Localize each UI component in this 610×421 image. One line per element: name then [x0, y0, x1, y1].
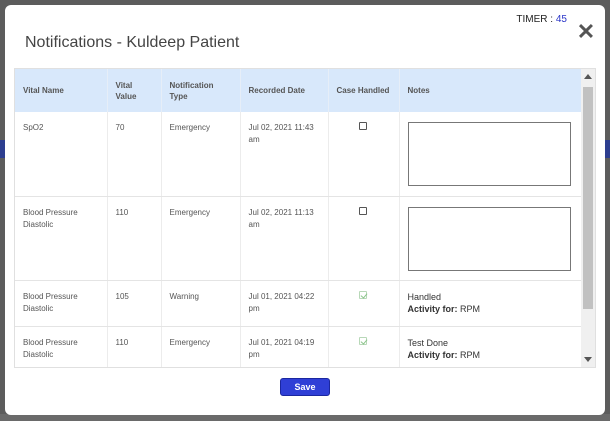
- header-notes: Notes: [399, 69, 582, 112]
- activity-label: Activity for:: [407, 349, 458, 360]
- header-notification-type: Notification Type: [161, 69, 241, 112]
- notes-input[interactable]: [407, 122, 571, 186]
- cell-notification-type: Emergency: [161, 112, 241, 197]
- header-vital-value: Vital Value: [107, 69, 162, 112]
- note-activity: Activity for: RPM: [408, 303, 573, 315]
- cell-recorded-date: Jul 01, 2021 04:22 pm: [240, 280, 329, 327]
- activity-value: RPM: [460, 349, 481, 360]
- table-row: Blood Pressure Diastolic 110 Emergency J…: [15, 196, 582, 281]
- cell-vital-name: Blood Pressure Diastolic: [15, 326, 108, 367]
- scrollbar-thumb[interactable]: [583, 87, 593, 309]
- cell-notification-type: Warning: [161, 280, 241, 327]
- cell-vital-value: 105: [107, 280, 162, 327]
- cell-notes: [399, 112, 582, 197]
- header-case-handled: Case Handled: [328, 69, 400, 112]
- notifications-table: Vital Name Vital Value Notification Type…: [15, 69, 582, 367]
- cell-case-handled: [328, 196, 400, 281]
- cell-recorded-date: Jul 02, 2021 11:43 am: [240, 112, 329, 197]
- note-text: Test Done: [407, 337, 449, 348]
- activity-value: RPM: [460, 303, 481, 314]
- header-vital-name: Vital Name: [15, 69, 108, 112]
- background-fragment: [0, 414, 610, 421]
- note-activity: Activity for: RPM: [408, 349, 573, 361]
- table-scrollbar[interactable]: [581, 69, 595, 367]
- header-recorded-date: Recorded Date: [240, 69, 329, 112]
- timer: TIMER : 45: [516, 14, 567, 25]
- cell-case-handled: [328, 326, 400, 367]
- table-header-row: Vital Name Vital Value Notification Type…: [15, 69, 582, 112]
- cell-case-handled: [328, 280, 400, 327]
- table-row: SpO2 70 Emergency Jul 02, 2021 11:43 am: [15, 112, 582, 197]
- cell-recorded-date: Jul 02, 2021 11:13 am: [240, 196, 329, 281]
- notes-input[interactable]: [407, 206, 571, 271]
- cell-vital-value: 110: [107, 196, 162, 281]
- activity-label: Activity for:: [407, 303, 458, 314]
- case-handled-checkbox[interactable]: [358, 122, 367, 130]
- cell-vital-value: 70: [107, 112, 162, 197]
- notifications-modal: TIMER : 45 ✕ Notifications - Kuldeep Pat…: [5, 5, 605, 415]
- case-handled-checkbox[interactable]: [358, 290, 367, 299]
- note-text: Handled: [407, 291, 442, 302]
- timer-label: TIMER :: [516, 14, 554, 25]
- timer-value: 45: [555, 14, 567, 25]
- cell-vital-name: Blood Pressure Diastolic: [15, 196, 108, 281]
- cell-notes: Handled Activity for: RPM: [399, 280, 582, 327]
- table-row: Blood Pressure Diastolic 105 Warning Jul…: [15, 280, 582, 327]
- cell-notes: Test Done Activity for: RPM: [399, 326, 582, 367]
- scroll-up-icon[interactable]: [584, 74, 592, 79]
- cell-vital-name: Blood Pressure Diastolic: [15, 280, 108, 327]
- cell-notification-type: Emergency: [161, 196, 241, 281]
- close-icon[interactable]: ✕: [576, 21, 596, 43]
- notifications-table-container: Vital Name Vital Value Notification Type…: [14, 68, 596, 368]
- cell-vital-name: SpO2: [15, 112, 108, 197]
- cell-case-handled: [328, 112, 400, 197]
- cell-recorded-date: Jul 01, 2021 04:19 pm: [240, 326, 329, 367]
- table-row: Blood Pressure Diastolic 110 Emergency J…: [15, 326, 582, 367]
- cell-notification-type: Emergency: [161, 326, 241, 367]
- cell-vital-value: 110: [107, 326, 162, 367]
- case-handled-checkbox[interactable]: [358, 206, 367, 215]
- modal-title: Notifications - Kuldeep Patient: [25, 34, 240, 51]
- scroll-down-icon[interactable]: [584, 357, 592, 362]
- save-button[interactable]: Save: [280, 378, 330, 396]
- case-handled-checkbox[interactable]: [358, 336, 367, 345]
- cell-notes: [399, 196, 582, 281]
